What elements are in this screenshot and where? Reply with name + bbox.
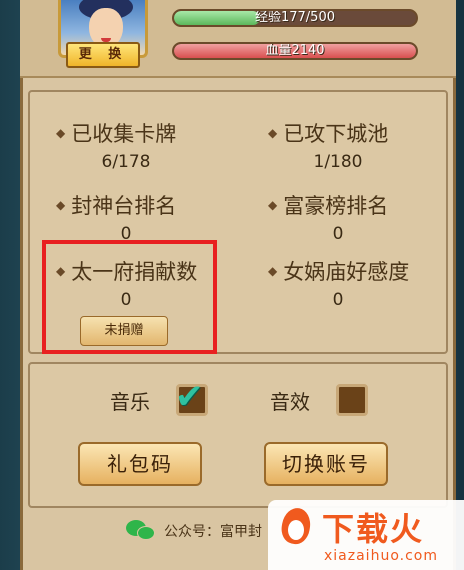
stat-cities: ◆ 已攻下城池 1/180 bbox=[268, 118, 448, 172]
stat-label: 富豪榜排名 bbox=[283, 194, 389, 218]
switch-account-button[interactable]: 切换账号 bbox=[264, 442, 388, 486]
exp-text: 经验177/500 bbox=[254, 10, 335, 25]
watermark-title: 下载火 bbox=[322, 510, 425, 548]
stat-label: 已攻下城池 bbox=[283, 122, 389, 146]
stat-wealth-rank: ◆ 富豪榜排名 0 bbox=[268, 190, 448, 244]
diamond-bullet-icon: ◆ bbox=[268, 264, 278, 278]
stat-label: 女娲庙好感度 bbox=[283, 260, 410, 284]
highlight-box bbox=[42, 240, 217, 354]
stat-nuwa-favor: ◆ 女娲庙好感度 0 bbox=[268, 256, 448, 310]
stat-value: 6/178 bbox=[101, 152, 151, 172]
music-checkbox[interactable]: ✔ bbox=[175, 377, 208, 417]
sfx-label: 音效 bbox=[270, 390, 310, 414]
footer-text: 公众号：富甲封 bbox=[164, 524, 262, 540]
diamond-bullet-icon: ◆ bbox=[56, 126, 66, 140]
diamond-bullet-icon: ◆ bbox=[268, 126, 278, 140]
watermark-subtitle: xiazaihuo.com bbox=[324, 548, 438, 564]
swap-avatar-button[interactable]: 更 换 bbox=[66, 42, 140, 68]
stat-label: 已收集卡牌 bbox=[71, 122, 177, 146]
settings-panel bbox=[28, 362, 448, 508]
stat-label: 封神台排名 bbox=[71, 194, 177, 218]
footer-official-account: 公众号：富甲封 bbox=[126, 520, 262, 542]
checkmark-icon: ✔ bbox=[175, 377, 204, 417]
gift-code-button[interactable]: 礼包码 bbox=[78, 442, 202, 486]
stat-value: 0 bbox=[332, 290, 344, 310]
diamond-bullet-icon: ◆ bbox=[56, 198, 66, 212]
flame-logo-icon bbox=[276, 505, 316, 547]
stat-value: 0 bbox=[332, 224, 344, 244]
stat-value: 1/180 bbox=[313, 152, 363, 172]
hp-bar: 血量2140 bbox=[172, 42, 418, 60]
sfx-checkbox[interactable] bbox=[336, 384, 368, 416]
exp-bar: 经验177/500 bbox=[172, 9, 418, 27]
hp-text: 血量2140 bbox=[265, 43, 325, 58]
site-watermark: 下载火 xiazaihuo.com bbox=[268, 500, 464, 570]
stat-fengshen-rank: ◆ 封神台排名 0 bbox=[56, 190, 236, 244]
wechat-icon bbox=[126, 520, 156, 542]
music-label: 音乐 bbox=[110, 390, 150, 414]
stat-cards: ◆ 已收集卡牌 6/178 bbox=[56, 118, 236, 172]
diamond-bullet-icon: ◆ bbox=[268, 198, 278, 212]
